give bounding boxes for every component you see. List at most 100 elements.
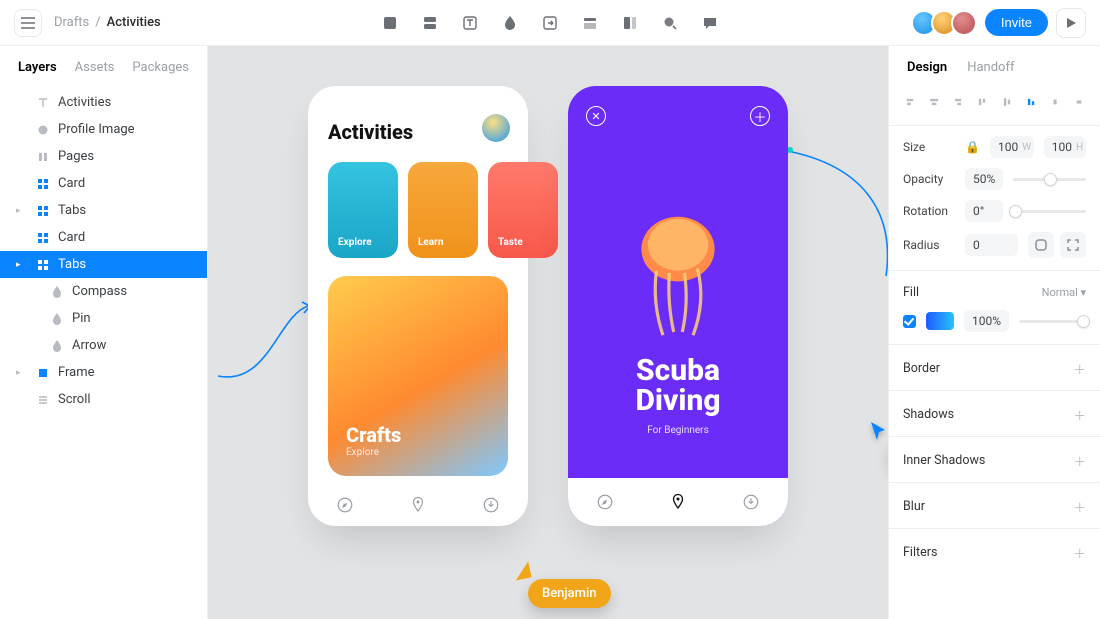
blur-section[interactable]: Blur ＋ (889, 483, 1100, 516)
caret-icon[interactable]: ▸ (16, 260, 21, 270)
layer-item[interactable]: ▸Tabs (0, 197, 207, 224)
tab-packages[interactable]: Packages (132, 60, 189, 75)
main-menu-button[interactable] (14, 9, 42, 37)
align-bottom-icon[interactable] (1024, 93, 1038, 111)
rotation-field[interactable]: 0° (965, 200, 1003, 222)
distribute-h-icon[interactable] (1048, 93, 1062, 111)
grid-icon (36, 258, 50, 272)
radius-independent-button[interactable] (1060, 232, 1086, 258)
layer-tree: ActivitiesProfile ImagePages Card ▸ Tabs Car… (0, 85, 207, 417)
shadows-section[interactable]: Shadows＋ (889, 391, 1100, 424)
artboard-scuba[interactable]: ✕ ＋ ScubaDiving For Beginners (568, 86, 788, 526)
layer-item[interactable]: Pin (0, 305, 207, 332)
fill-opacity-field[interactable]: 100% (964, 310, 1009, 332)
featured-card: Crafts Explore (328, 276, 508, 476)
tab-assets[interactable]: Assets (75, 60, 115, 75)
layer-label: Arrow (72, 338, 106, 353)
comment-tool-icon[interactable] (700, 13, 720, 33)
invite-button[interactable]: Invite (985, 9, 1048, 36)
layer-label: Pin (72, 311, 91, 326)
import-tool-icon[interactable] (540, 13, 560, 33)
plus-icon[interactable]: ＋ (1073, 451, 1086, 470)
collaborator-avatars[interactable] (917, 10, 977, 36)
panel-tool-icon[interactable] (620, 13, 640, 33)
layer-label: Card (58, 176, 85, 191)
layout-tool-icon[interactable] (580, 13, 600, 33)
bottom-nav (568, 478, 788, 526)
tab-handoff[interactable]: Handoff (967, 60, 1014, 75)
align-top-icon[interactable] (975, 93, 989, 111)
width-field[interactable]: 100W (990, 136, 1034, 158)
align-right-icon[interactable] (951, 93, 965, 111)
tab-layers[interactable]: Layers (18, 60, 57, 75)
fill-swatch[interactable] (926, 312, 954, 330)
size-label: Size (903, 140, 955, 154)
layer-label: Tabs (58, 257, 86, 272)
opacity-slider[interactable] (1013, 178, 1086, 181)
text-tool-icon[interactable] (460, 13, 480, 33)
card-taste: Taste (488, 162, 558, 258)
layer-item[interactable]: ▸Frame (0, 359, 207, 386)
drop-tool-icon[interactable] (500, 13, 520, 33)
layer-item[interactable]: Card (0, 224, 207, 251)
search-tool-icon[interactable] (660, 13, 680, 33)
download-icon (482, 496, 500, 514)
fill-enabled-checkbox[interactable] (903, 315, 916, 328)
card-label: Explore (338, 237, 372, 248)
columns-icon (36, 150, 50, 164)
layer-label: Compass (72, 284, 127, 299)
plus-icon[interactable]: ＋ (1073, 359, 1086, 378)
radius-label: Radius (903, 238, 955, 252)
inner-shadows-section[interactable]: Inner Shadows＋ (889, 437, 1100, 470)
caret-icon[interactable]: ▸ (16, 368, 21, 378)
layer-item[interactable]: Activities (0, 89, 207, 116)
layer-item[interactable]: Pages (0, 143, 207, 170)
stack-tool-icon[interactable] (420, 13, 440, 33)
opacity-field[interactable]: 50% (965, 168, 1003, 190)
fill-section-header: Fill Normal ▾ (889, 271, 1100, 300)
filters-section[interactable]: Filters＋ (889, 529, 1100, 562)
height-field[interactable]: 100H (1044, 136, 1086, 158)
avatar[interactable] (951, 10, 977, 36)
close-icon: ✕ (586, 106, 606, 126)
rectangle-tool-icon[interactable] (380, 13, 400, 33)
radius-row: Radius 0 (889, 222, 1100, 258)
section-label: Blur (903, 499, 925, 514)
caret-icon[interactable]: ▸ (16, 206, 21, 216)
hamburger-icon (21, 17, 35, 29)
featured-subtitle: Explore (346, 447, 490, 458)
tab-design[interactable]: Design (907, 60, 947, 75)
blend-mode-dropdown[interactable]: Normal ▾ (1042, 286, 1086, 299)
plus-icon[interactable]: ＋ (1073, 543, 1086, 562)
layer-item[interactable]: ▸ Tabs (0, 251, 207, 278)
play-button[interactable] (1056, 8, 1086, 38)
canvas[interactable]: Activities Explore Learn Taste Crafts Ex… (208, 46, 888, 619)
align-left-icon[interactable] (903, 93, 917, 111)
card-learn: Learn (408, 162, 478, 258)
breadcrumb-current[interactable]: Activities (107, 15, 161, 30)
jellyfish-illustration (623, 206, 733, 346)
radius-field[interactable]: 0 (965, 234, 1018, 256)
align-hcenter-icon[interactable] (927, 93, 941, 111)
artboard-activities[interactable]: Activities Explore Learn Taste Crafts Ex… (308, 86, 528, 526)
radius-uniform-button[interactable] (1028, 232, 1054, 258)
fill-opacity-slider[interactable] (1019, 320, 1086, 323)
layer-item[interactable]: Arrow (0, 332, 207, 359)
text-icon (36, 96, 50, 110)
topbar-right: Invite (917, 8, 1086, 38)
grid-icon (36, 177, 50, 191)
layer-item[interactable]: Card (0, 170, 207, 197)
lock-icon[interactable]: 🔒 (965, 140, 980, 154)
add-icon: ＋ (750, 106, 770, 126)
lines-icon (36, 393, 50, 407)
layer-item[interactable]: Profile Image (0, 116, 207, 143)
breadcrumb-parent[interactable]: Drafts (54, 15, 89, 30)
layer-item[interactable]: Compass (0, 278, 207, 305)
plus-icon[interactable]: ＋ (1073, 405, 1086, 424)
align-vcenter-icon[interactable] (1000, 93, 1014, 111)
distribute-v-icon[interactable] (1072, 93, 1086, 111)
border-section[interactable]: Border＋ (889, 345, 1100, 378)
rotation-slider[interactable] (1013, 210, 1086, 213)
plus-icon[interactable]: ＋ (1073, 497, 1086, 516)
layer-item[interactable]: Scroll (0, 386, 207, 413)
